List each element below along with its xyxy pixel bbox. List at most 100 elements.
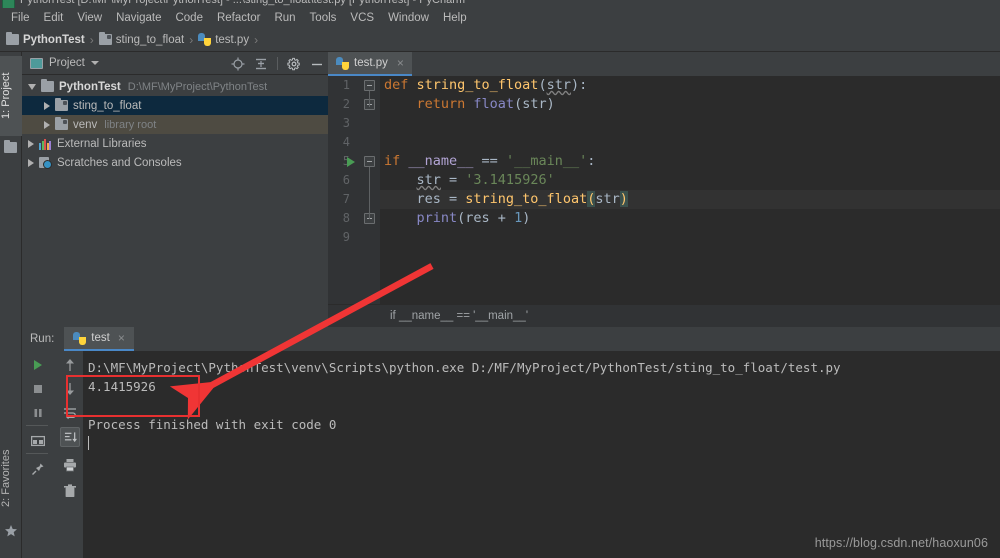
menu-item-tools[interactable]: Tools [303, 10, 344, 26]
run-tab-label: test [91, 332, 110, 344]
code-token: : [587, 153, 596, 169]
menu-item-help[interactable]: Help [436, 10, 474, 26]
code-line[interactable]: return float(str) [380, 95, 1000, 114]
editor: test.py × 123456789 def string_to_float(… [328, 52, 1000, 327]
run-toolbar-left [22, 351, 54, 558]
print-icon[interactable] [60, 455, 80, 475]
code-token: '__main__' [505, 153, 588, 169]
title-bar: PythonTest [D:\MF\MyProject\PythonTest] … [0, 0, 1000, 8]
python-file-icon [198, 33, 212, 46]
chevron-down-icon[interactable] [28, 83, 36, 90]
menu-item-navigate[interactable]: Navigate [109, 10, 168, 26]
breadcrumb-label: sting_to_float [115, 33, 185, 46]
code-token: str [546, 77, 571, 93]
code-token: if [384, 153, 409, 169]
line-number: 1 [342, 78, 350, 92]
code-area[interactable]: 123456789 def string_to_float(str): retu… [328, 76, 1000, 304]
chevron-right-icon[interactable] [44, 120, 50, 129]
fold-marker-icon[interactable] [364, 80, 375, 91]
menu-item-view[interactable]: View [70, 10, 109, 26]
tree-node-external-libraries[interactable]: External Libraries [22, 134, 328, 153]
code-token: return [416, 96, 474, 112]
run-console-output[interactable]: D:\MF\MyProject\PythonTest\venv\Scripts\… [84, 351, 1000, 558]
menu-item-edit[interactable]: Edit [37, 10, 71, 26]
scroll-to-end-icon[interactable] [60, 427, 80, 447]
editor-gutter[interactable]: 123456789 [328, 76, 380, 304]
code-line[interactable] [380, 133, 1000, 152]
chevron-down-icon[interactable] [90, 61, 99, 65]
breadcrumb-item-test-py[interactable]: test.py [198, 33, 249, 46]
code-token: __name__ [408, 153, 474, 169]
code-line[interactable]: str = '3.1415926' [380, 171, 1000, 190]
close-icon[interactable]: × [118, 331, 125, 345]
code-line[interactable]: print(res + 1) [380, 209, 1000, 228]
pin-icon[interactable] [28, 459, 48, 479]
menu-item-code[interactable]: Code [168, 10, 210, 26]
tree-node-sublabel: D:\MF\MyProject\PythonTest [127, 80, 268, 93]
tree-node-venv[interactable]: venv library root [22, 115, 328, 134]
project-tree: PythonTest D:\MF\MyProject\PythonTest stin… [22, 75, 328, 327]
window-title: PythonTest [D:\MF\MyProject\PythonTest] … [20, 0, 466, 6]
star-icon [5, 525, 17, 537]
code-token: ( [538, 77, 547, 93]
line-number: 4 [342, 135, 350, 149]
stop-icon[interactable] [28, 379, 48, 399]
code-token: ) [522, 210, 531, 226]
fold-marker-icon[interactable] [364, 156, 375, 167]
menu-item-run[interactable]: Run [267, 10, 302, 26]
close-icon[interactable]: × [397, 56, 404, 70]
run-tab-test[interactable]: test × [64, 327, 134, 351]
code-lines[interactable]: def string_to_float(str): return float(s… [380, 76, 1000, 304]
code-token: string_to_float [416, 77, 539, 93]
app-logo-icon [2, 0, 15, 8]
chevron-right-icon[interactable] [28, 139, 34, 148]
chevron-right-icon[interactable] [44, 101, 50, 110]
menu-item-file[interactable]: File [4, 10, 37, 26]
tab-test-py[interactable]: test.py × [328, 52, 412, 76]
breadcrumb-item-sting-to-float[interactable]: sting_to_float [98, 32, 185, 46]
menu-item-refactor[interactable]: Refactor [210, 10, 267, 26]
breadcrumb-item-pythontest[interactable]: PythonTest [6, 32, 85, 46]
tree-node-sting-to-float[interactable]: sting_to_float [22, 96, 328, 115]
locate-icon[interactable] [231, 57, 245, 71]
pause-icon[interactable] [28, 403, 48, 423]
pycharm-window: PythonTest [D:\MF\MyProject\PythonTest] … [0, 0, 1000, 558]
code-line[interactable]: if __name__ == '__main__': [380, 152, 1000, 171]
minimize-icon[interactable] [310, 57, 324, 71]
collapse-all-icon[interactable] [254, 57, 268, 71]
run-panel-header: Run: test × [22, 327, 1000, 351]
menu-bar: File Edit View Navigate Code Refactor Run Tools… [0, 8, 1000, 28]
breadcrumb-separator: › [254, 32, 259, 47]
breadcrumb: PythonTest › sting_to_float › test.py › [0, 28, 1000, 52]
project-panel: Project PythonTest D:\MF\MyProject\Pytho… [22, 52, 328, 327]
chevron-right-icon[interactable] [28, 158, 34, 167]
code-line[interactable] [380, 228, 1000, 247]
fold-region-bar [369, 167, 370, 219]
menu-item-window[interactable]: Window [381, 10, 436, 26]
code-token: str [416, 172, 441, 188]
gear-icon[interactable] [287, 57, 301, 71]
fold-region-bar [369, 91, 370, 107]
folder-module-icon [55, 117, 68, 130]
run-icon[interactable] [28, 355, 48, 375]
line-number: 2 [342, 97, 350, 111]
run-gutter-icon[interactable] [347, 157, 355, 167]
code-token: float [473, 96, 515, 112]
tree-node-scratches-and-consoles[interactable]: Scratches and Consoles [22, 153, 328, 172]
code-line[interactable] [380, 114, 1000, 133]
trash-icon[interactable] [60, 481, 80, 501]
code-line[interactable]: res = string_to_float(str) [380, 190, 1000, 209]
line-number: 3 [342, 116, 350, 130]
restore-layout-icon[interactable] [28, 431, 48, 451]
folder-module-icon [98, 32, 112, 45]
arrow-up-icon[interactable] [60, 355, 80, 375]
tree-node-pythontest[interactable]: PythonTest D:\MF\MyProject\PythonTest [22, 77, 328, 96]
menu-item-vcs[interactable]: VCS [343, 10, 381, 26]
sidebar-item-favorites[interactable]: 2: Favorites [0, 437, 22, 519]
code-line[interactable]: def string_to_float(str): [380, 76, 1000, 95]
editor-breadcrumb-bar: if __name__ == '__main__' [328, 304, 1000, 327]
sidebar-item-project[interactable]: 1: Project [0, 56, 22, 136]
tool-tab-label: 1: Project [0, 72, 12, 120]
